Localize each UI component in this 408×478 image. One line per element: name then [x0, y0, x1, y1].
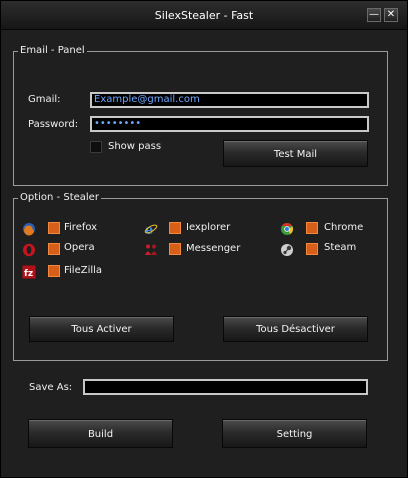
disable-all-button-label: Tous Désactiver	[256, 324, 335, 335]
build-button-label: Build	[87, 429, 114, 440]
show-pass-checkbox[interactable]	[90, 141, 102, 153]
enable-all-button-label: Tous Activer	[71, 324, 132, 335]
steam-checkbox[interactable]	[306, 243, 318, 255]
opera-icon	[23, 243, 35, 257]
gmail-label: Gmail:	[28, 94, 61, 105]
window-title: SilexStealer - Fast	[154, 9, 254, 22]
save-as-label: Save As:	[29, 382, 73, 393]
filezilla-label: FileZilla	[64, 265, 103, 276]
show-pass-label: Show pass	[108, 141, 162, 152]
option-stealer-panel: Option - Stealer Firefox Opera fz FileZi…	[13, 192, 388, 361]
opera-checkbox[interactable]	[48, 243, 60, 255]
disable-all-button[interactable]: Tous Désactiver	[223, 316, 368, 342]
email-panel-legend: Email - Panel	[18, 45, 87, 56]
setting-button-label: Setting	[276, 429, 313, 440]
build-button[interactable]: Build	[28, 419, 173, 448]
main-window: SilexStealer - Fast — ✕ Email - Panel Gm…	[0, 0, 408, 478]
opera-label: Opera	[64, 242, 95, 253]
steam-label: Steam	[324, 242, 357, 253]
firefox-checkbox[interactable]	[48, 222, 60, 234]
minimize-icon[interactable]: —	[367, 8, 381, 22]
option-stealer-legend: Option - Stealer	[18, 192, 101, 203]
email-panel: Email - Panel Gmail: Example@gmail.com P…	[13, 45, 388, 186]
password-input[interactable]: ••••••••	[90, 116, 369, 132]
close-icon[interactable]: ✕	[384, 8, 398, 22]
chrome-icon	[281, 223, 294, 235]
svg-text:fz: fz	[24, 269, 33, 279]
iexplorer-checkbox[interactable]	[169, 222, 181, 234]
gmail-input[interactable]: Example@gmail.com	[90, 92, 369, 108]
test-mail-button-label: Test Mail	[273, 149, 318, 160]
filezilla-checkbox[interactable]	[48, 265, 60, 277]
messenger-label: Messenger	[186, 243, 241, 254]
firefox-icon	[23, 223, 35, 236]
chrome-label: Chrome	[324, 222, 364, 233]
chrome-checkbox[interactable]	[306, 222, 318, 234]
setting-button[interactable]: Setting	[222, 419, 367, 448]
steam-icon	[281, 244, 293, 256]
messenger-checkbox[interactable]	[169, 243, 181, 255]
title-bar[interactable]: SilexStealer - Fast — ✕	[1, 1, 407, 30]
test-mail-button[interactable]: Test Mail	[223, 140, 368, 167]
firefox-label: Firefox	[64, 222, 98, 233]
enable-all-button[interactable]: Tous Activer	[29, 316, 174, 342]
iexplorer-label: Iexplorer	[186, 222, 231, 233]
password-label: Password:	[28, 119, 79, 130]
filezilla-icon: fz	[22, 265, 36, 279]
save-as-input[interactable]	[83, 379, 368, 395]
internet-explorer-icon: e	[144, 223, 158, 236]
messenger-icon	[145, 244, 157, 255]
